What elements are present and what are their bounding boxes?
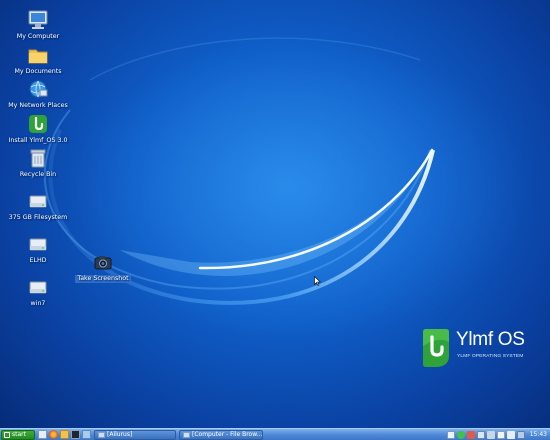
desktop-icon-label: My Network Places [8,102,68,109]
pencil-icon[interactable] [446,430,455,439]
mail-icon[interactable] [496,430,505,439]
desktop-icon-label: My Documents [14,68,62,75]
start-button-label: start [12,430,26,438]
desktop-icon-label: win7 [30,300,46,307]
taskbar-window-label: [Ailurus] [107,431,133,438]
desktop-icon-network-places[interactable]: My Network Places [0,78,76,110]
camera-icon [94,256,112,270]
ylmf-leaf-logo-icon [423,329,449,367]
drive-icon [29,238,47,251]
terminal-icon[interactable] [71,430,80,439]
chat-icon[interactable] [456,430,465,439]
clock[interactable]: 15:43 [530,431,547,438]
keyboard-icon[interactable] [486,430,495,439]
start-menu-icon [4,431,10,438]
computer-icon [28,10,48,29]
mouse-pointer-icon [314,276,321,286]
ylmf-os-logo: Ylmf OS YLMF OPERATING SYSTEM [420,328,538,370]
quick-launch [38,430,91,439]
desktop[interactable]: My Computer My Documents My Network Plac… [0,0,550,428]
taskbar-window-label: [Computer - File Brow... [192,431,263,438]
firefox-icon[interactable] [49,430,58,439]
network-icon[interactable] [476,430,485,439]
update-icon[interactable] [466,430,475,439]
brand-tagline: YLMF OPERATING SYSTEM [457,354,524,359]
drive-icon [29,281,47,294]
recycle-bin-icon [30,149,46,168]
taskbar: start [Ailurus] [Computer - File Brow...… [0,428,550,440]
desktop-icon-label: 375 GB Filesystem [8,214,68,221]
folder-icon[interactable] [60,430,69,439]
desktop-icon-take-screenshot[interactable]: Take Screenshot [65,251,141,283]
taskbar-window-file-browser[interactable]: [Computer - File Brow... [179,429,263,440]
desktop-icon-label: My Computer [16,33,60,40]
start-button[interactable]: start [1,429,35,440]
network-globe-icon [29,80,48,98]
desktop-icon-my-computer[interactable]: My Computer [0,9,76,41]
volume-icon[interactable] [506,430,515,439]
display-icon[interactable] [516,430,525,439]
desktop-icon-install-ylmf[interactable]: Install Ylmf_OS 3.0 [0,113,76,145]
desktop-icon-label: Install Ylmf_OS 3.0 [8,137,68,144]
folder-icon [28,49,48,64]
desktop-icon-label: Recycle Bin [19,171,57,178]
home-icon[interactable] [38,430,47,439]
desktop-icon-375gb-filesystem[interactable]: 375 GB Filesystem [0,190,76,222]
show-desktop-icon[interactable] [82,430,91,439]
desktop-icon-recycle-bin[interactable]: Recycle Bin [0,147,76,179]
window-icon [98,431,105,438]
installer-icon [29,115,47,133]
desktop-icon-label: Take Screenshot [75,275,131,283]
drive-icon [29,195,47,208]
brand-name: Ylmf OS [456,329,525,350]
window-icon [183,431,190,438]
desktop-icon-label: ELHD [29,257,47,264]
system-tray: 15:43 [446,430,550,440]
desktop-icon-my-documents[interactable]: My Documents [0,44,76,76]
taskbar-window-ailurus[interactable]: [Ailurus] [94,429,176,440]
